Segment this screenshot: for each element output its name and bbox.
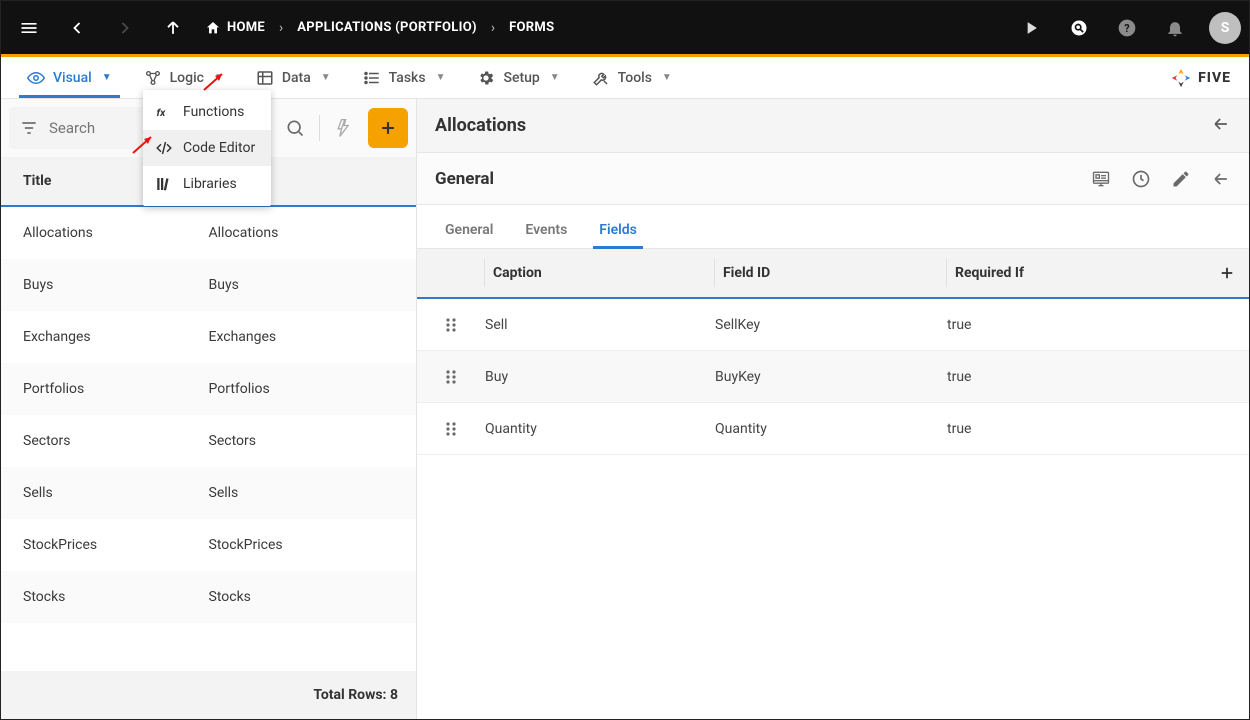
menu-item-libraries[interactable]: Libraries (143, 166, 271, 202)
col-required-if[interactable]: Required If (947, 265, 1205, 281)
sub-tabs: General Events Fields (417, 205, 1249, 249)
svg-text:?: ? (1124, 22, 1129, 35)
table-row[interactable]: SellsSells (1, 467, 416, 519)
add-button[interactable] (368, 108, 408, 148)
table-row[interactable]: ExchangesExchanges (1, 311, 416, 363)
drag-handle-icon[interactable] (417, 369, 485, 385)
table-row[interactable]: BuysBuys (1, 259, 416, 311)
back-section-icon[interactable] (1211, 169, 1231, 189)
preview-icon[interactable] (1091, 169, 1111, 189)
list-body: AllocationsAllocations BuysBuys Exchange… (1, 207, 416, 671)
table-row[interactable]: SectorsSectors (1, 415, 416, 467)
col-caption[interactable]: Caption (485, 259, 715, 288)
search-icon[interactable] (275, 108, 315, 148)
avatar[interactable]: S (1209, 12, 1241, 44)
bell-icon[interactable] (1155, 8, 1195, 48)
logic-dropdown: fx Functions Code Editor Libraries (143, 90, 271, 206)
add-field-button[interactable] (1205, 264, 1249, 282)
table-row[interactable]: StockPricesStockPrices (1, 519, 416, 571)
field-row[interactable]: Buy BuyKey true (417, 351, 1249, 403)
list-footer: Total Rows: 8 (1, 671, 416, 719)
table-row[interactable]: PortfoliosPortfolios (1, 363, 416, 415)
filter-icon[interactable] (17, 108, 41, 148)
table-row[interactable]: StocksStocks (1, 571, 416, 623)
subtab-events[interactable]: Events (509, 212, 583, 248)
history-icon[interactable] (1131, 169, 1151, 189)
fields-header: Caption Field ID Required If (417, 249, 1249, 299)
breadcrumb: HOME › APPLICATIONS (PORTFOLIO) › FORMS (205, 20, 554, 36)
chevron-right-icon: › (491, 20, 495, 36)
divider (319, 115, 320, 141)
detail-header: Allocations (417, 99, 1249, 153)
field-row[interactable]: Sell SellKey true (417, 299, 1249, 351)
magnify-icon[interactable] (1059, 8, 1099, 48)
chevron-down-icon: ▼ (662, 72, 672, 83)
menu-item-code-editor[interactable]: Code Editor (143, 130, 271, 166)
up-icon[interactable] (153, 8, 193, 48)
breadcrumb-home[interactable]: HOME (205, 20, 265, 36)
svg-text:fx: fx (157, 106, 167, 119)
breadcrumb-forms[interactable]: FORMS (509, 20, 554, 35)
tab-setup[interactable]: Setup▼ (461, 57, 575, 98)
menu-icon[interactable] (9, 8, 49, 48)
top-bar: HOME › APPLICATIONS (PORTFOLIO) › FORMS … (1, 1, 1249, 54)
section-title: General (435, 169, 494, 189)
chevron-down-icon: ▼ (321, 72, 331, 83)
detail-title: Allocations (435, 115, 526, 136)
edit-icon[interactable] (1171, 169, 1191, 189)
drag-handle-icon[interactable] (417, 421, 485, 437)
subtab-general[interactable]: General (429, 212, 509, 248)
field-row[interactable]: Quantity Quantity true (417, 403, 1249, 455)
tab-tools[interactable]: Tools▼ (576, 57, 688, 98)
brand-logo: FIVE (1170, 67, 1239, 89)
fields-body: Sell SellKey true Buy BuyKey true Quanti… (417, 299, 1249, 455)
forward-icon (105, 8, 145, 48)
breadcrumb-applications[interactable]: APPLICATIONS (PORTFOLIO) (297, 20, 477, 35)
right-panel: Allocations General General Events Field… (417, 99, 1249, 719)
help-icon[interactable]: ? (1107, 8, 1147, 48)
chevron-down-icon: ▼ (436, 72, 446, 83)
play-icon[interactable] (1011, 8, 1051, 48)
back-arrow-icon[interactable] (1211, 114, 1231, 138)
table-row[interactable]: AllocationsAllocations (1, 207, 416, 259)
chevron-right-icon: › (279, 20, 283, 36)
menu-item-functions[interactable]: fx Functions (143, 94, 271, 130)
lightning-icon[interactable] (324, 108, 364, 148)
chevron-down-icon: ▼ (102, 72, 112, 83)
tab-visual[interactable]: Visual▼ (11, 57, 128, 98)
tab-tasks[interactable]: Tasks▼ (347, 57, 462, 98)
col-field-id[interactable]: Field ID (715, 259, 947, 288)
subtab-fields[interactable]: Fields (583, 212, 653, 248)
drag-handle-icon[interactable] (417, 317, 485, 333)
chevron-down-icon: ▼ (214, 72, 224, 83)
back-icon[interactable] (57, 8, 97, 48)
chevron-down-icon: ▼ (550, 72, 560, 83)
section-header: General (417, 153, 1249, 205)
